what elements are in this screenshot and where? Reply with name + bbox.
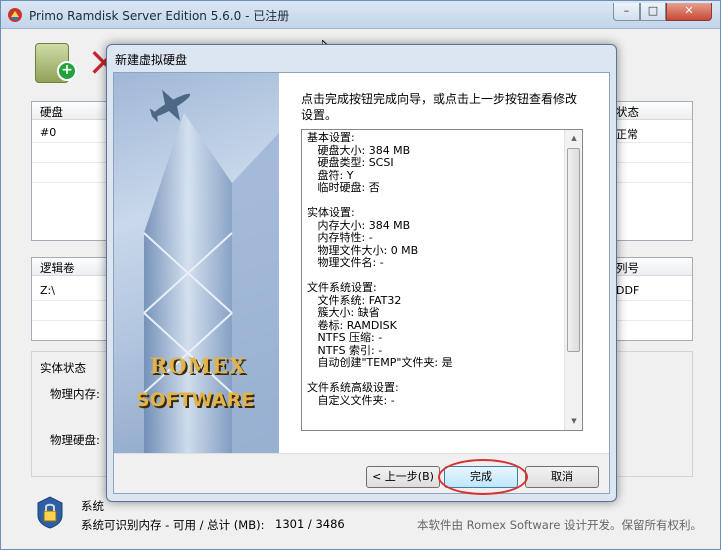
volume-serial[interactable]: DDF bbox=[616, 284, 639, 297]
dialog-title: 新建虚拟硬盘 bbox=[115, 53, 188, 67]
romex-logo-line-2: SOFTWARE bbox=[135, 389, 255, 411]
col-status[interactable]: 状态 bbox=[616, 104, 639, 120]
settings-summary[interactable]: 基本设置: 硬盘大小: 384 MB 硬盘类型: SCSI 盘符: Y 临时硬盘… bbox=[301, 129, 583, 431]
dialog-footer: < 上一步(B) 完成 取消 bbox=[114, 453, 609, 495]
shield-icon bbox=[35, 495, 65, 529]
volume-letter[interactable]: Z:\ bbox=[40, 284, 55, 297]
romex-logo-line-1: ROMEX bbox=[149, 353, 247, 378]
scroll-down-icon[interactable]: ▼ bbox=[565, 413, 583, 430]
scroll-up-icon[interactable]: ▲ bbox=[565, 130, 583, 147]
wizard-banner-image: ROMEX SOFTWARE bbox=[114, 73, 279, 453]
finish-highlight-circle bbox=[438, 459, 528, 495]
new-disk-button[interactable]: + bbox=[35, 39, 81, 85]
app-icon bbox=[7, 7, 23, 23]
summary-line: 基本设置: bbox=[307, 131, 355, 144]
physical-memory-label: 物理内存: bbox=[50, 387, 100, 401]
minimize-button[interactable]: – bbox=[613, 3, 640, 21]
summary-text: 基本设置: 硬盘大小: 384 MB 硬盘类型: SCSI 盘符: Y 临时硬盘… bbox=[302, 130, 564, 430]
dialog-titlebar[interactable]: 新建虚拟硬盘 bbox=[107, 45, 616, 72]
new-virtual-disk-dialog: 新建虚拟硬盘 ROMEX SOFTWARE 点击完成按钮完成向导，或点击上一步按… bbox=[106, 44, 617, 502]
summary-line: 簇大小: 缺省 bbox=[307, 306, 380, 319]
summary-line: 硬盘类型: SCSI bbox=[307, 156, 394, 169]
wizard-content: 点击完成按钮完成向导，或点击上一步按钮查看修改设置。 基本设置: 硬盘大小: 3… bbox=[279, 73, 609, 453]
summary-line: 文件系统设置: bbox=[307, 281, 377, 294]
window-title: Primo Ramdisk Server Edition 5.6.0 - 已注册 bbox=[29, 9, 290, 23]
summary-line: 自定义文件夹: - bbox=[307, 393, 395, 407]
scroll-thumb[interactable] bbox=[567, 148, 580, 352]
main-titlebar[interactable]: Primo Ramdisk Server Edition 5.6.0 - 已注册… bbox=[1, 1, 720, 29]
disk-id[interactable]: #0 bbox=[40, 126, 56, 139]
summary-line: 实体设置: bbox=[307, 206, 355, 219]
back-button[interactable]: < 上一步(B) bbox=[366, 466, 440, 488]
status-line-1: 系统 bbox=[81, 499, 104, 513]
status-title: 实体状态 bbox=[40, 361, 86, 375]
summary-line: 物理文件名: - bbox=[307, 256, 384, 269]
col-volume[interactable]: 逻辑卷 bbox=[40, 260, 75, 276]
summary-line: 自动创建"TEMP"文件夹: 是 bbox=[307, 356, 453, 369]
intro-text: 点击完成按钮完成向导，或点击上一步按钮查看修改设置。 bbox=[301, 92, 578, 122]
summary-line: 临时硬盘: 否 bbox=[307, 181, 380, 194]
summary-line: 内存特性: - bbox=[307, 231, 373, 244]
close-button[interactable]: ✕ bbox=[666, 3, 712, 21]
cancel-button[interactable]: 取消 bbox=[525, 466, 599, 488]
summary-scrollbar[interactable]: ▲ ▼ bbox=[564, 130, 582, 430]
dialog-body: ROMEX SOFTWARE 点击完成按钮完成向导，或点击上一步按钮查看修改设置… bbox=[113, 72, 610, 495]
add-icon: + bbox=[57, 61, 77, 81]
status-line-2: 系统可识别内存 - 可用 / 总计 (MB): bbox=[81, 518, 265, 532]
col-disk[interactable]: 硬盘 bbox=[40, 104, 63, 120]
summary-line: 文件系统高级设置: bbox=[307, 381, 399, 394]
summary-line: NTFS 压缩: - bbox=[307, 331, 383, 344]
disk-status[interactable]: 正常 bbox=[616, 126, 638, 142]
maximize-button[interactable]: □ bbox=[640, 3, 666, 21]
physical-disk-label: 物理硬盘: bbox=[50, 433, 100, 447]
memory-values: 1301 / 3486 bbox=[275, 517, 345, 531]
col-serial[interactable]: 列号 bbox=[616, 260, 639, 276]
copyright-text: 本软件由 Romex Software 设计开发。保留所有权利。 bbox=[417, 518, 703, 532]
